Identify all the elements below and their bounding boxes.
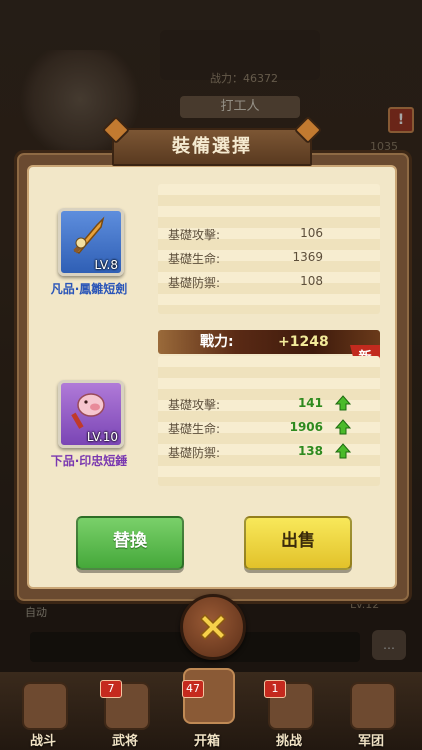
arrow-up-icon xyxy=(335,395,351,411)
stat-value: 138 xyxy=(297,444,323,458)
nav-label: 挑战 xyxy=(275,734,302,749)
stat-row: 基礎生命: 1906 xyxy=(168,419,378,440)
new-item-level: LV.10 xyxy=(86,430,118,444)
nav-badge: 7 xyxy=(100,680,122,698)
power-difference-bar: 戰力: +1248 xyxy=(158,330,380,354)
stat-row: 基礎防禦: 138 xyxy=(168,443,378,464)
sell-button[interactable]: 出售 xyxy=(244,516,352,570)
stat-value: 108 xyxy=(300,274,323,288)
stat-label: 基礎生命: xyxy=(168,252,221,266)
nav-badge: 1 xyxy=(264,680,286,698)
stat-row: 基礎攻擊: 106 xyxy=(168,226,378,246)
stat-label: 基礎攻擊: xyxy=(168,398,221,412)
stat-label: 基礎防禦: xyxy=(168,276,221,290)
current-item[interactable]: LV.8 凡品·鳳雛短劍 xyxy=(28,198,150,328)
nav-generals[interactable]: 7 武将 xyxy=(90,672,160,750)
arrow-up-icon xyxy=(335,443,351,459)
stat-label: 基礎防禦: xyxy=(168,446,221,460)
stat-row: 基礎攻擊: 141 xyxy=(168,395,378,416)
battle-icon xyxy=(22,682,68,730)
nav-label: 军团 xyxy=(357,734,384,749)
nav-label: 战斗 xyxy=(29,734,56,749)
close-button[interactable] xyxy=(180,594,246,660)
nav-label: 武将 xyxy=(111,734,138,749)
dialog-title: 裝備選擇 xyxy=(101,115,323,166)
current-item-level: LV.8 xyxy=(94,258,118,272)
stat-label: 基礎生命: xyxy=(168,422,221,436)
nav-badge: 47 xyxy=(182,680,204,698)
stat-value: 141 xyxy=(297,396,323,410)
stat-value: 106 xyxy=(300,226,323,240)
nav-challenge[interactable]: 1 挑战 xyxy=(254,672,324,750)
stat-value: 1369 xyxy=(292,250,323,264)
replace-button[interactable]: 替換 xyxy=(76,516,184,570)
nav-label: 开箱 xyxy=(193,734,220,749)
dialog-title-text: 裝備選擇 xyxy=(172,136,252,157)
pig-hammer-icon[interactable]: LV.10 xyxy=(58,380,124,448)
new-item[interactable]: LV.10 下品·印忠短錘 xyxy=(28,370,150,500)
power-diff-value: +1248 xyxy=(278,334,329,350)
new-item-stats: 基礎攻擊: 141 基礎生命: 1906 基礎防禦: 138 xyxy=(158,356,380,486)
current-item-stats: 基礎攻擊: 106 基礎生命: 1369 基礎防禦: 108 xyxy=(158,184,380,314)
handshake-icon xyxy=(350,682,396,730)
nav-open-box[interactable]: 47 开箱 xyxy=(172,668,242,750)
stat-label: 基礎攻擊: xyxy=(168,228,221,242)
current-item-name: 凡品·鳳雛短劍 xyxy=(50,282,128,296)
stat-row: 基礎防禦: 108 xyxy=(168,274,378,294)
stat-row: 基礎生命: 1369 xyxy=(168,250,378,270)
arrow-up-icon xyxy=(335,419,351,435)
new-item-name: 下品·印忠短錘 xyxy=(50,454,128,468)
nav-legion[interactable]: 军团 xyxy=(336,672,406,750)
nav-battle[interactable]: 战斗 xyxy=(8,672,78,750)
stat-value: 1906 xyxy=(289,420,323,434)
bottom-nav: 战斗 7 武将 47 开箱 1 挑战 军团 xyxy=(0,668,422,750)
close-icon xyxy=(199,613,227,641)
sword-icon[interactable]: LV.8 xyxy=(58,208,124,276)
power-diff-label: 戰力: xyxy=(200,334,234,350)
